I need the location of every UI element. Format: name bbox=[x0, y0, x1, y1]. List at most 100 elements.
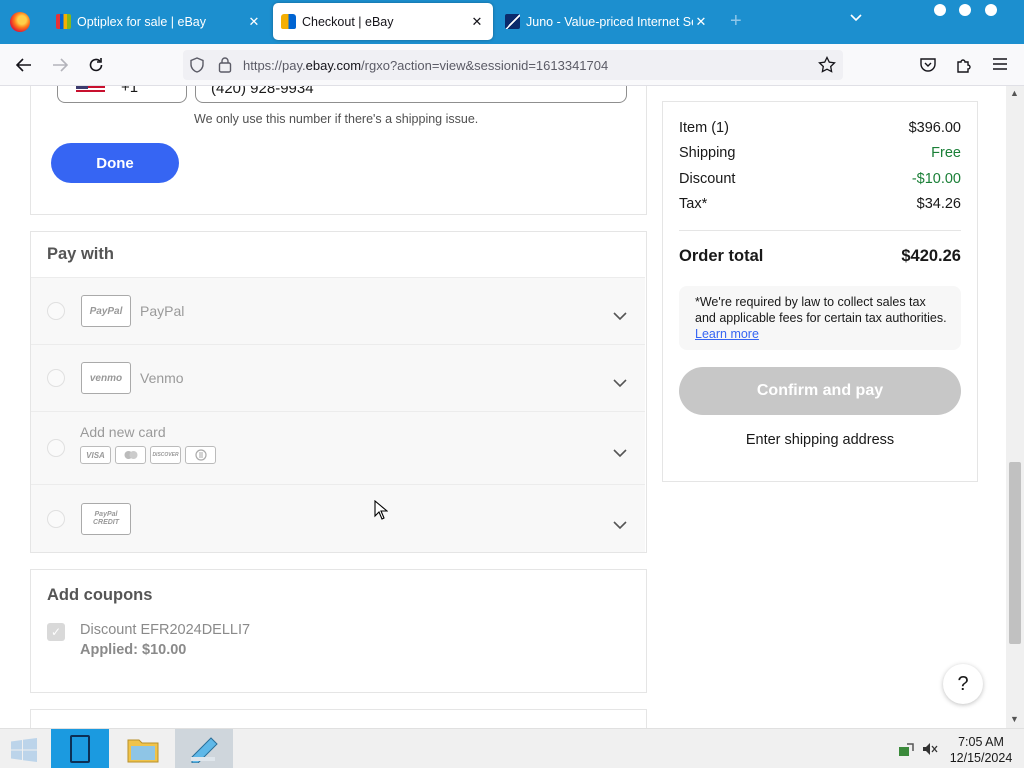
list-all-tabs-icon[interactable] bbox=[849, 12, 863, 22]
pay-with-title: Pay with bbox=[47, 245, 114, 263]
clock-date: 12/15/2024 bbox=[949, 751, 1013, 765]
window-maximize-button[interactable] bbox=[959, 4, 971, 16]
network-security-icon[interactable] bbox=[898, 741, 914, 757]
checkout-page: +1 (420) 928-9934 We only use this numbe… bbox=[0, 86, 1006, 728]
folder-icon bbox=[127, 739, 159, 763]
order-summary-card: Item (1) $396.00 Shipping Free Discount … bbox=[662, 101, 978, 482]
summary-value: $34.26 bbox=[916, 196, 961, 212]
summary-value: -$10.00 bbox=[911, 171, 961, 187]
tab-optiplex[interactable]: Optiplex for sale | eBay ✕ bbox=[48, 3, 270, 40]
pay-with-card: Pay with PayPal PayPal venmo Venmo Add n… bbox=[30, 231, 647, 553]
taskbar-tablet-app[interactable] bbox=[51, 729, 109, 768]
learn-more-link[interactable]: Learn more bbox=[695, 327, 759, 341]
tab-title: Checkout | eBay bbox=[302, 14, 394, 29]
summary-row-discount: Discount -$10.00 bbox=[679, 171, 961, 187]
tab-close-icon[interactable]: ✕ bbox=[246, 14, 262, 30]
card-brand-logos: VISA DISCOVER bbox=[80, 446, 216, 464]
forward-button[interactable] bbox=[48, 53, 72, 77]
phone-number-input[interactable]: (420) 928-9934 bbox=[195, 86, 627, 103]
chevron-down-icon[interactable] bbox=[613, 518, 627, 532]
payment-option-paypal-credit[interactable]: PayPal CREDIT bbox=[31, 484, 645, 552]
done-button[interactable]: Done bbox=[51, 143, 179, 183]
chevron-down-icon[interactable] bbox=[613, 309, 627, 323]
chevron-down-icon[interactable] bbox=[613, 446, 627, 460]
order-total-row: Order total $420.26 bbox=[679, 247, 961, 266]
summary-label: Shipping bbox=[679, 145, 736, 161]
new-tab-button[interactable]: + bbox=[730, 10, 742, 33]
payment-option-venmo[interactable]: venmo Venmo bbox=[31, 344, 645, 411]
phone-help-text: We only use this number if there's a shi… bbox=[194, 112, 479, 126]
paypal-logo-icon: PayPal bbox=[81, 295, 131, 327]
volume-muted-icon[interactable] bbox=[922, 741, 938, 757]
browser-tab-strip: Optiplex for sale | eBay ✕ Checkout | eB… bbox=[0, 0, 1024, 44]
payment-option-new-card[interactable]: Add new card VISA DISCOVER bbox=[31, 411, 645, 484]
taskbar-file-explorer[interactable] bbox=[114, 729, 172, 768]
hamburger-menu-icon[interactable] bbox=[992, 57, 1008, 71]
venmo-radio[interactable] bbox=[47, 369, 65, 387]
scroll-down-arrow-icon[interactable]: ▼ bbox=[1010, 714, 1019, 724]
system-clock[interactable]: 7:05 AM 12/15/2024 bbox=[944, 734, 1018, 766]
scrollbar-thumb[interactable] bbox=[1009, 462, 1021, 644]
tab-close-icon[interactable]: ✕ bbox=[693, 14, 709, 30]
discover-logo-icon: DISCOVER bbox=[150, 446, 181, 464]
help-button[interactable]: ? bbox=[943, 664, 983, 704]
window-close-button[interactable] bbox=[985, 4, 997, 16]
url-domain: ebay.com bbox=[305, 57, 362, 73]
pocket-icon[interactable] bbox=[919, 56, 937, 74]
payment-option-paypal[interactable]: PayPal PayPal bbox=[31, 277, 645, 344]
url-prefix: https://pay. bbox=[243, 57, 306, 73]
summary-row-tax: Tax* $34.26 bbox=[679, 196, 961, 212]
scroll-up-arrow-icon[interactable]: ▲ bbox=[1010, 88, 1019, 98]
confirm-and-pay-button[interactable]: Confirm and pay bbox=[679, 367, 961, 415]
summary-row-shipping: Shipping Free bbox=[679, 145, 961, 161]
clock-time: 7:05 AM bbox=[958, 735, 1004, 749]
forward-arrow-icon bbox=[53, 58, 68, 72]
paypal-radio[interactable] bbox=[47, 302, 65, 320]
country-code: +1 bbox=[121, 86, 139, 96]
taskbar-notepad-app[interactable] bbox=[175, 729, 233, 768]
reload-icon bbox=[89, 58, 103, 72]
summary-divider bbox=[679, 230, 961, 231]
navigation-toolbar: https://pay.ebay.com/rgxo?action=view&se… bbox=[0, 44, 1024, 86]
back-button[interactable] bbox=[12, 53, 36, 77]
phone-number-card: +1 (420) 928-9934 We only use this numbe… bbox=[30, 86, 647, 215]
reload-button[interactable] bbox=[84, 53, 108, 77]
tablet-icon bbox=[70, 735, 90, 763]
summary-label: Discount bbox=[679, 171, 736, 187]
mastercard-logo-icon bbox=[115, 446, 146, 464]
url-text[interactable]: https://pay.ebay.com/rgxo?action=view&se… bbox=[243, 58, 608, 73]
summary-row-item: Item (1) $396.00 bbox=[679, 120, 961, 136]
country-code-select[interactable]: +1 bbox=[57, 86, 187, 103]
address-bar[interactable]: https://pay.ebay.com/rgxo?action=view&se… bbox=[183, 50, 843, 80]
next-section-card bbox=[30, 709, 647, 728]
firefox-logo-icon[interactable] bbox=[10, 12, 30, 32]
bookmark-star-icon[interactable] bbox=[818, 56, 836, 74]
windows-taskbar: 7:05 AM 12/15/2024 bbox=[0, 728, 1024, 768]
ebay-favicon-icon bbox=[56, 14, 71, 29]
new-card-radio[interactable] bbox=[47, 439, 65, 457]
venmo-logo-icon: venmo bbox=[81, 362, 131, 394]
windows-start-icon[interactable] bbox=[10, 738, 38, 762]
summary-label: Item (1) bbox=[679, 120, 729, 136]
chevron-down-icon[interactable] bbox=[613, 376, 627, 390]
diners-club-logo-icon bbox=[185, 446, 216, 464]
order-total-label: Order total bbox=[679, 247, 764, 265]
page-scrollbar[interactable]: ▲ ▼ bbox=[1006, 86, 1024, 728]
lock-icon[interactable] bbox=[218, 56, 232, 73]
window-minimize-button[interactable] bbox=[934, 4, 946, 16]
add-new-card-label: Add new card bbox=[80, 424, 166, 440]
paypal-credit-radio[interactable] bbox=[47, 510, 65, 528]
coupon-checkbox[interactable]: ✓ bbox=[47, 623, 65, 641]
tab-checkout[interactable]: Checkout | eBay ✕ bbox=[273, 3, 493, 40]
tab-juno[interactable]: Juno - Value-priced Internet Ser ✕ bbox=[497, 3, 717, 40]
tracking-protection-shield-icon[interactable] bbox=[189, 57, 205, 73]
enter-shipping-address-link[interactable]: Enter shipping address bbox=[679, 432, 961, 448]
tab-title: Juno - Value-priced Internet Ser bbox=[526, 14, 693, 29]
notepad-icon bbox=[191, 737, 218, 763]
paypal-label: PayPal bbox=[140, 303, 185, 319]
summary-label: Tax* bbox=[679, 196, 708, 212]
us-flag-icon bbox=[76, 86, 105, 94]
tax-note: *We're required by law to collect sales … bbox=[679, 286, 961, 350]
extensions-puzzle-icon[interactable] bbox=[955, 56, 973, 74]
tab-close-icon[interactable]: ✕ bbox=[469, 14, 485, 30]
